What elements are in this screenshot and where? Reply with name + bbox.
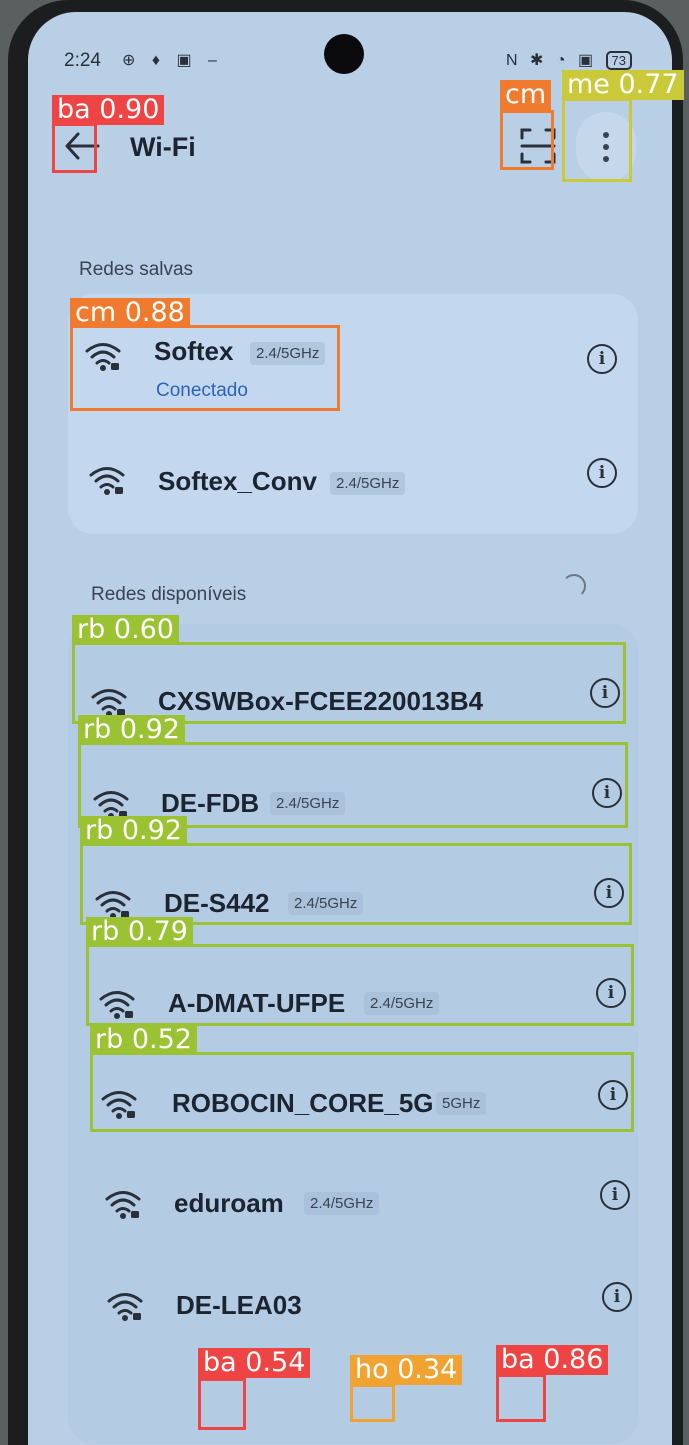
detection-box bbox=[70, 325, 340, 411]
detection-label: cm bbox=[500, 80, 552, 110]
available-networks-label: Redes disponíveis bbox=[91, 584, 247, 605]
status-time: 2:24 bbox=[64, 50, 101, 71]
detection-label: ba 0.54 bbox=[198, 1348, 311, 1378]
status-right-icons: N ✱ ◔ ▣ 73 bbox=[506, 50, 632, 71]
battery-icon: 73 bbox=[605, 51, 632, 71]
loading-spinner-icon bbox=[562, 574, 586, 598]
band-badge: 2.4/5GHz bbox=[304, 1192, 380, 1215]
detection-box bbox=[562, 98, 632, 182]
available-network-row[interactable]: eduroam 2.4/5GHz i bbox=[68, 1146, 638, 1246]
detection-label: rb 0.60 bbox=[72, 615, 179, 645]
detection-label: ho 0.34 bbox=[350, 1355, 463, 1385]
info-icon[interactable]: i bbox=[600, 1180, 630, 1210]
detection-box bbox=[500, 110, 554, 170]
available-network-row[interactable]: DE-LEA03 i bbox=[68, 1246, 638, 1346]
detection-box bbox=[350, 1384, 395, 1422]
detection-label: cm 0.88 bbox=[70, 298, 190, 328]
detection-label: rb 0.92 bbox=[78, 715, 185, 745]
detection-box bbox=[198, 1378, 246, 1430]
detection-box bbox=[52, 123, 97, 173]
page-title: Wi-Fi bbox=[130, 132, 196, 162]
info-icon[interactable]: i bbox=[587, 458, 617, 488]
wifi-lock-icon bbox=[107, 1293, 143, 1321]
wifi-lock-icon bbox=[89, 467, 125, 495]
status-left-icons: ⊕ ♦ ▣ – bbox=[122, 52, 223, 69]
detection-label: ba 0.90 bbox=[52, 95, 165, 125]
detection-label: ba 0.86 bbox=[496, 1345, 609, 1375]
detection-box bbox=[90, 1052, 634, 1132]
saved-network-row[interactable]: Softex_Conv 2.4/5GHz i bbox=[68, 424, 638, 524]
detection-box bbox=[86, 944, 634, 1026]
detection-label: rb 0.92 bbox=[80, 816, 187, 846]
network-name: Softex_Conv bbox=[158, 466, 317, 496]
detection-label: rb 0.52 bbox=[90, 1025, 197, 1055]
detection-label: rb 0.79 bbox=[86, 917, 193, 947]
band-badge: 2.4/5GHz bbox=[330, 472, 406, 495]
wifi-lock-icon bbox=[105, 1191, 141, 1219]
front-camera bbox=[324, 34, 364, 74]
network-name: eduroam bbox=[174, 1188, 284, 1218]
detection-box bbox=[496, 1374, 546, 1422]
network-name: DE-LEA03 bbox=[176, 1290, 302, 1320]
saved-networks-label: Redes salvas bbox=[79, 259, 194, 280]
status-system-icons: N ✱ ◔ ▣ bbox=[506, 52, 598, 69]
detection-label: me 0.77 bbox=[562, 70, 684, 100]
detection-box bbox=[80, 843, 632, 925]
info-icon[interactable]: i bbox=[587, 344, 617, 374]
info-icon[interactable]: i bbox=[602, 1282, 632, 1312]
detection-box bbox=[72, 642, 626, 724]
